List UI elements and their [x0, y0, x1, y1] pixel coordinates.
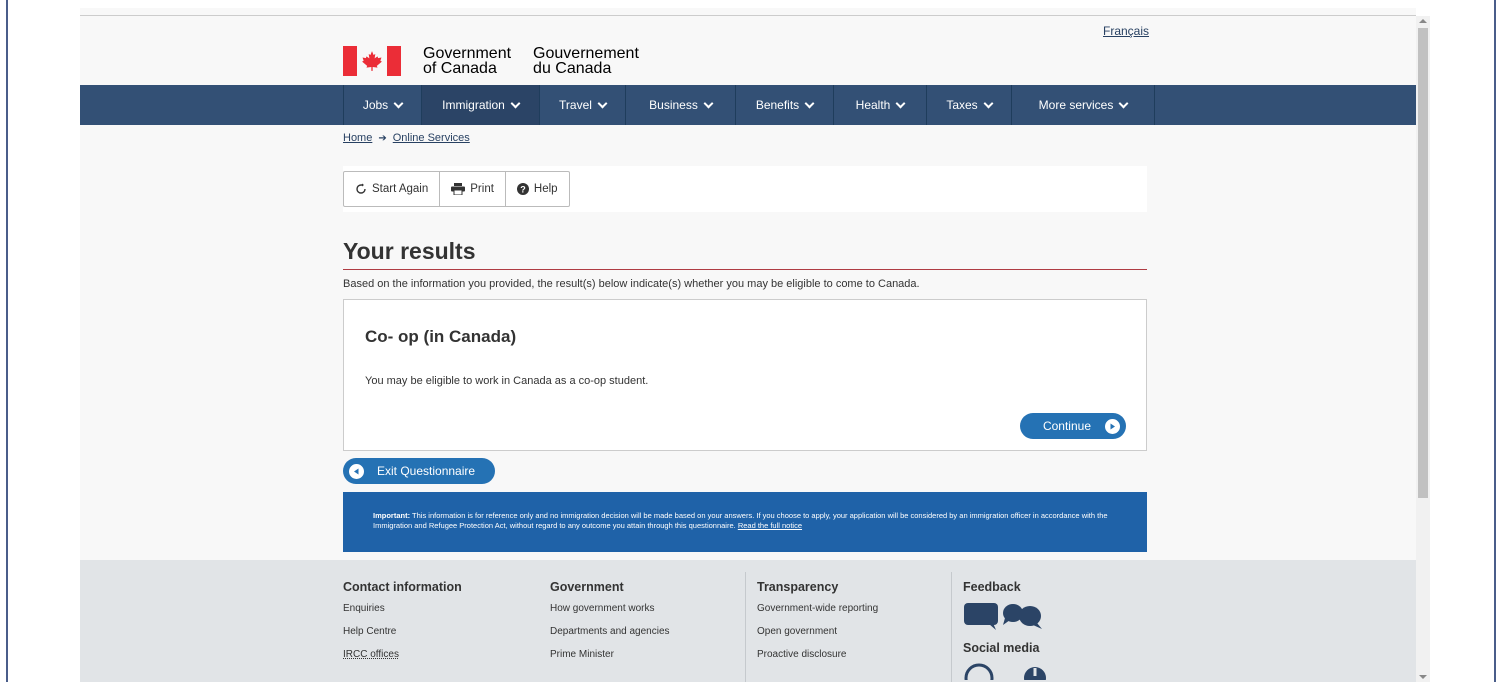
- nav-item-travel[interactable]: Travel: [540, 85, 626, 125]
- toolbar: Start Again Print ? Help: [343, 171, 570, 207]
- footer-government-heading: Government: [550, 580, 624, 594]
- toolbar-area: Start Again Print ? Help: [343, 166, 1147, 212]
- footer-social-media-heading: Social media: [963, 641, 1040, 655]
- result-title: Co- op (in Canada): [365, 327, 517, 346]
- continue-button[interactable]: Continue: [1020, 413, 1126, 439]
- footer-link-prime-minister[interactable]: Prime Minister: [550, 649, 670, 660]
- nav-item-label: Health: [855, 98, 891, 112]
- nav-item-benefits[interactable]: Benefits: [736, 85, 834, 125]
- footer-link-departments[interactable]: Departments and agencies: [550, 626, 670, 637]
- signature-en-line2: of Canada: [423, 60, 497, 77]
- footer-separator: [951, 572, 952, 682]
- footer-link-government-wide-reporting[interactable]: Government-wide reporting: [757, 603, 878, 614]
- nav-item-more-services[interactable]: More services: [1012, 85, 1155, 125]
- nav-item-label: More services: [1038, 98, 1114, 112]
- print-icon: [451, 183, 466, 195]
- footer-link-open-government[interactable]: Open government: [757, 626, 878, 637]
- nav-item-immigration[interactable]: Immigration: [422, 85, 540, 125]
- signature-fr-line2: du Canada: [533, 60, 612, 77]
- arrow-right-icon: ➔: [378, 132, 387, 144]
- footer-link-proactive-disclosure[interactable]: Proactive disclosure: [757, 649, 878, 660]
- footer-separator: [745, 572, 746, 682]
- chevron-down-icon: [597, 98, 608, 108]
- footer-link-ircc-offices[interactable]: IRCC offices: [343, 649, 462, 660]
- canada-flag-icon: [343, 46, 401, 76]
- help-label: Help: [533, 183, 558, 195]
- exit-questionnaire-button[interactable]: Exit Questionnaire: [343, 458, 495, 484]
- footer-link-how-government-works[interactable]: How government works: [550, 603, 670, 614]
- start-again-label: Start Again: [372, 183, 429, 195]
- nav-item-taxes[interactable]: Taxes: [927, 85, 1012, 125]
- footer-transparency-column: Transparency Government-wide reporting O…: [757, 580, 878, 672]
- language-toggle-link[interactable]: Français: [1103, 24, 1149, 38]
- chevron-down-icon: [983, 98, 994, 108]
- result-card: Co- op (in Canada) You may be eligible t…: [343, 299, 1147, 451]
- start-again-button[interactable]: Start Again: [344, 172, 441, 206]
- scroll-up-arrow-icon[interactable]: [1419, 19, 1427, 23]
- chevron-down-icon: [703, 98, 714, 108]
- refresh-icon: [356, 183, 366, 194]
- help-button[interactable]: ? Help: [506, 172, 569, 206]
- print-button[interactable]: Print: [440, 172, 506, 206]
- nav-item-label: Travel: [559, 98, 592, 112]
- top-divider: [80, 15, 1416, 16]
- nav-item-business[interactable]: Business: [626, 85, 736, 125]
- government-logo[interactable]: Government of Canada Gouvernement du Can…: [343, 46, 661, 77]
- chevron-down-icon: [1118, 98, 1129, 108]
- scrollbar-thumb[interactable]: [1418, 28, 1428, 498]
- browser-viewport: Français Government of Canada Gouverneme…: [80, 8, 1416, 682]
- footer: Contact information Enquiries Help Centr…: [80, 560, 1416, 682]
- result-description: You may be eligible to work in Canada as…: [365, 375, 649, 387]
- footer-contact-heading: Contact information: [343, 580, 462, 594]
- chevron-down-icon: [804, 98, 815, 108]
- svg-text:?: ?: [520, 185, 526, 195]
- footer-link-help-centre[interactable]: Help Centre: [343, 626, 462, 637]
- important-notice: Important: This information is for refer…: [343, 492, 1147, 552]
- footer-government-column: Government How government works Departme…: [550, 580, 670, 672]
- footer-contact-column: Contact information Enquiries Help Centr…: [343, 580, 462, 672]
- nav-item-jobs[interactable]: Jobs: [344, 85, 422, 125]
- footer-transparency-heading: Transparency: [757, 580, 839, 594]
- print-label: Print: [470, 183, 494, 195]
- chevron-down-icon: [393, 98, 404, 108]
- nav-item-label: Taxes: [946, 98, 978, 112]
- vertical-scrollbar[interactable]: [1416, 16, 1430, 682]
- social-media-icons[interactable]: [963, 660, 1047, 680]
- breadcrumb: Home ➔ Online Services: [343, 132, 470, 144]
- nav-item-label: Jobs: [362, 98, 389, 112]
- nav-item-label: Business: [649, 98, 698, 112]
- exit-questionnaire-label: Exit Questionnaire: [377, 464, 476, 478]
- breadcrumb-home-link[interactable]: Home: [343, 132, 372, 144]
- page-title: Your results: [343, 238, 476, 264]
- continue-label: Continue: [1042, 419, 1091, 433]
- play-circle-icon: [1105, 418, 1120, 434]
- nav-item-label: Immigration: [442, 98, 505, 112]
- notice-important-label: Important:: [373, 511, 411, 520]
- breadcrumb-online-services-link[interactable]: Online Services: [393, 132, 470, 144]
- chevron-down-icon: [510, 98, 521, 108]
- footer-link-enquiries[interactable]: Enquiries: [343, 603, 462, 614]
- feedback-chat-icon[interactable]: [963, 601, 1047, 631]
- government-signature: Government of Canada Gouvernement du Can…: [423, 46, 661, 77]
- question-circle-icon: ?: [516, 183, 529, 195]
- read-full-notice-link[interactable]: Read the full notice: [738, 521, 802, 530]
- title-underline: [343, 269, 1147, 270]
- chevron-down-icon: [895, 98, 906, 108]
- main-menu-items: Jobs Immigration Travel Business Benefits Hea…: [343, 85, 1155, 125]
- footer-feedback-column: Feedback Social media: [963, 580, 1047, 680]
- main-menu: Jobs Immigration Travel Business Benefits Hea…: [80, 85, 1416, 125]
- back-circle-icon: [349, 463, 364, 479]
- nav-item-health[interactable]: Health: [834, 85, 927, 125]
- intro-text: Based on the information you provided, t…: [343, 278, 920, 290]
- nav-item-label: Benefits: [755, 98, 800, 112]
- footer-feedback-heading: Feedback: [963, 580, 1021, 594]
- scroll-down-arrow-icon[interactable]: [1419, 675, 1427, 679]
